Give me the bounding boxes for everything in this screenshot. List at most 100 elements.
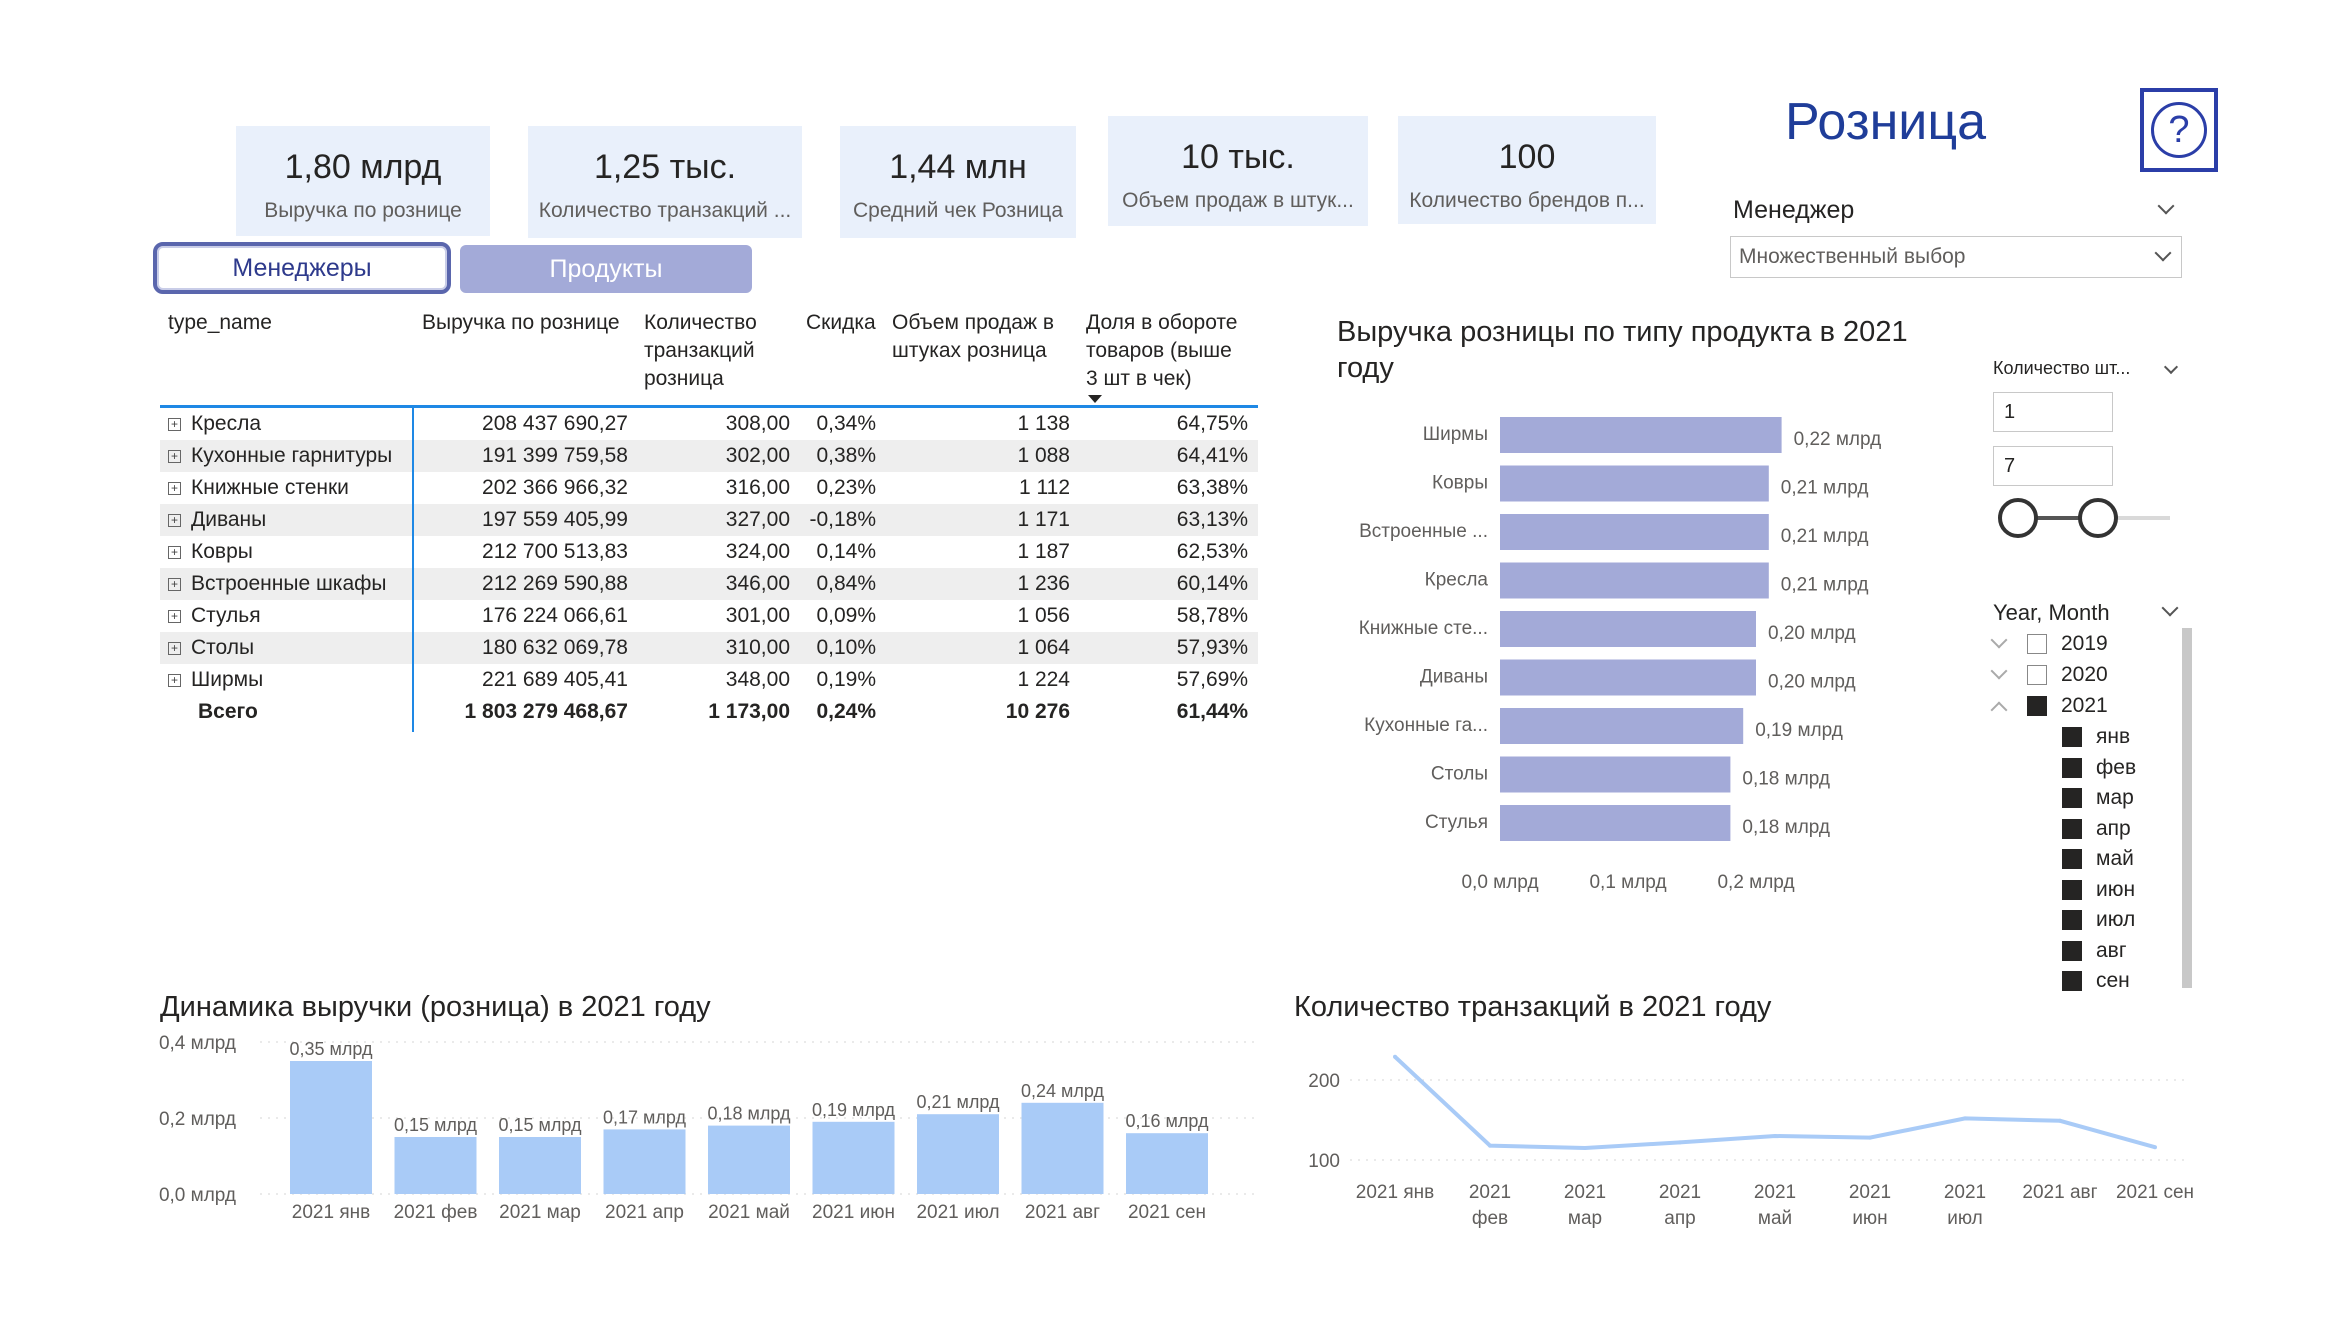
chart-title-transactions: Количество транзакций в 2021 году [1294,991,1772,1023]
scrollbar[interactable] [2182,628,2192,988]
table-cell: 1 171 [1017,508,1070,531]
year-item-2019[interactable]: 2019 [1990,631,2108,656]
year-label: 2019 [2061,632,2108,655]
month-item-май[interactable]: май [2062,847,2134,871]
checkbox[interactable] [2062,757,2082,778]
table-row[interactable]: + Стулья 176 224 066,61 301,00 0,09% 1 056 58,… [160,600,1258,632]
month-item-июл[interactable]: июл [2062,908,2135,932]
x-tick-label: 2021 апр [605,1202,684,1223]
kpi-label: Количество транзакций ... [538,199,792,222]
expand-icon[interactable]: + [168,513,181,527]
table-row[interactable]: + Кухонные гарнитуры 191 399 759,58 302,00 0… [160,440,1258,472]
y-tick-label: 0,4 млрд [159,1033,236,1054]
category-label: Диваны [1420,667,1488,688]
header-volume[interactable]: Объем продаж в штуках розница [892,309,1072,365]
manager-dropdown[interactable]: Множественный выбор [1730,236,2182,278]
chevron-down-icon[interactable] [1990,631,2008,649]
table-row[interactable]: + Столы 180 632 069,78 310,00 0,10% 1 064 57,9… [160,632,1258,664]
product-revenue-chart: Ширмы 0,22 млрд Ковры 0,21 млрд Встроенные .… [1359,417,1881,893]
checkbox[interactable] [2027,634,2047,654]
header-transactions[interactable]: Количество транзакций розница [644,309,774,393]
help-button[interactable]: ? [2140,88,2218,172]
month-item-июн[interactable]: июн [2062,878,2135,902]
table-cell: 61,44% [1176,700,1248,723]
checkbox[interactable] [2062,910,2082,930]
expand-icon[interactable]: + [168,417,181,431]
row-label: Столы [191,636,255,659]
table-row[interactable]: + Встроенные шкафы 212 269 590,88 346,00 0,8… [160,568,1258,600]
header-share[interactable]: Доля в обороте товаров (выше 3 шт в чек) [1086,309,1261,393]
table-cell: 180 632 069,78 [482,636,628,659]
x-tick-line: июл [1947,1208,1983,1229]
kpi-label: Выручка по рознице [264,199,462,222]
qty-slider-handle-min[interactable] [1998,498,2038,538]
x-tick-label: 2021 июл [1944,1182,1986,1229]
table-total-row[interactable]: Всего 1 803 279 468,67 1 173,00 0,24% 10 276… [160,696,1258,728]
kpi-label: Объем продаж в штук... [1122,189,1354,212]
checkbox[interactable] [2062,788,2082,808]
tab-products[interactable]: Продукты [460,245,752,293]
expand-icon[interactable]: + [168,449,181,463]
expand-icon[interactable]: + [168,481,181,495]
month-label: фев [2096,755,2137,779]
x-tick-line: 2021 [1659,1182,1701,1203]
table-row[interactable]: + Книжные стенки 202 366 966,32 316,00 0,23%… [160,472,1258,504]
x-tick-line: 2021 [1564,1182,1606,1203]
tab-managers[interactable]: Менеджеры [153,242,451,294]
table-cell: 301,00 [725,604,790,627]
month-item-авг[interactable]: авг [2062,939,2127,963]
table-cell: 60,14% [1176,572,1248,595]
checkbox[interactable] [2027,665,2047,685]
table-cell: 212 700 513,83 [482,540,628,563]
chevron-down-icon[interactable] [1990,662,2008,680]
transactions-chart: 200 100 2021 янв 2021 фев 2021 мар 2021 апр 2021 м… [1308,1054,2194,1229]
bar [1500,562,1769,599]
table-body: + Кресла 208 437 690,27 308,00 0,34% 1 138 64,… [160,408,1258,728]
expand-icon[interactable]: + [168,673,181,687]
table-row[interactable]: + Диваны 197 559 405,99 327,00 -0,18% 1 171 63… [160,504,1258,536]
bar [1500,417,1782,453]
data-label: 0,18 млрд [1742,817,1830,838]
header-discount[interactable]: Скидка [806,309,876,337]
qty-slider-handle-max[interactable] [2078,498,2118,538]
header-revenue[interactable]: Выручка по рознице [422,309,620,337]
month-item-янв[interactable]: янв [2062,725,2130,749]
month-item-фев[interactable]: фев [2062,756,2136,780]
checkbox[interactable] [2062,971,2082,991]
year-item-2020[interactable]: 2020 [1990,662,2108,687]
expand-icon[interactable]: + [168,545,181,559]
expand-icon[interactable]: + [168,577,181,591]
x-tick-line: 2021 [1944,1182,1986,1203]
year-item-2021[interactable]: 2021 [1990,694,2108,719]
qty-min-input[interactable]: 1 [1993,392,2113,432]
bar [812,1121,895,1194]
sort-desc-icon[interactable] [1088,395,1102,403]
table-row[interactable]: + Ковры 212 700 513,83 324,00 0,14% 1 187 62,5… [160,536,1258,568]
table-cell: 64,75% [1176,412,1248,435]
checkbox[interactable] [2062,940,2082,961]
expand-icon[interactable]: + [168,641,181,655]
data-label: 0,17 млрд [603,1107,687,1127]
expand-icon[interactable]: + [168,609,181,623]
table-row[interactable]: + Ширмы 221 689 405,41 348,00 0,19% 1 224 57,6… [160,664,1258,696]
checkbox[interactable] [2062,727,2082,747]
row-label: Ковры [191,540,253,563]
month-item-апр[interactable]: апр [2062,817,2131,841]
month-item-мар[interactable]: мар [2062,786,2134,810]
qty-max-input[interactable]: 7 [1993,446,2113,486]
month-label: мар [2096,786,2134,809]
header-type-name[interactable]: type_name [168,309,272,337]
checkbox[interactable] [2062,879,2082,900]
table-row[interactable]: + Кресла 208 437 690,27 308,00 0,34% 1 138 64,… [160,408,1258,440]
checkbox[interactable] [2027,696,2047,716]
month-item-сен[interactable]: сен [2062,969,2130,993]
chevron-up-icon[interactable] [1990,701,2008,719]
x-tick-label: 2021 авг [2022,1182,2097,1203]
revenue-dynamics-chart: 0,4 млрд 0,2 млрд 0,0 млрд 0,35 млрд 2021 ян… [159,1033,1255,1223]
table-cell: 348,00 [725,668,790,691]
checkbox[interactable] [2062,849,2082,869]
category-label: Кресла [1425,570,1489,591]
x-tick-line: июн [1852,1208,1887,1229]
matrix-table: type_name Выручка по рознице Количество … [160,305,1261,732]
checkbox[interactable] [2062,818,2082,839]
